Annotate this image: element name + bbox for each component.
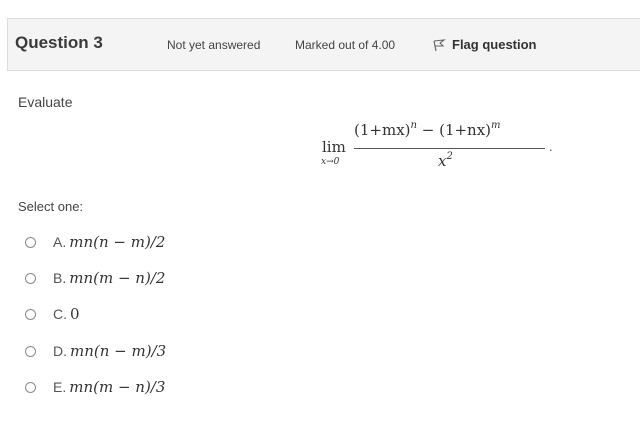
option-letter: A. (53, 234, 67, 250)
radio-button[interactable] (25, 381, 36, 393)
option-text: mn(m − n)/2 (69, 269, 166, 287)
denominator-exponent: 2 (446, 151, 453, 162)
radio-button[interactable] (25, 272, 36, 284)
numerator-term-1: (1+mx) (354, 121, 411, 139)
numerator-exponent-2: m (491, 120, 501, 131)
flag-question-label: Flag question (452, 37, 537, 52)
flag-question-button[interactable]: Flag question (432, 37, 537, 52)
answer-option-e[interactable]: E. mn(m − n)/3 (25, 378, 165, 396)
radio-button[interactable] (25, 308, 36, 320)
answer-option-b[interactable]: B. mn(m − n)/2 (25, 269, 165, 287)
question-info-header: Question 3 Not yet answered Marked out o… (7, 18, 640, 71)
formula-period: . (549, 141, 553, 154)
option-letter: E. (53, 379, 67, 395)
fraction-numerator: (1+mx)n − (1+nx)m (354, 120, 501, 140)
option-letter: D. (53, 343, 67, 359)
fraction-bar (354, 148, 545, 149)
limit-operator: lim (322, 138, 346, 156)
select-one-label: Select one: (18, 199, 84, 214)
answer-option-a[interactable]: A. mn(n − m)/2 (25, 233, 165, 251)
option-text: mn(m − n)/3 (69, 378, 166, 396)
radio-button[interactable] (25, 345, 36, 357)
answer-option-c[interactable]: C. 0 (25, 305, 80, 323)
fraction-denominator: x2 (438, 151, 453, 171)
question-title: Question 3 (15, 33, 103, 52)
numerator-exponent-1: n (410, 120, 417, 131)
option-text: mn(n − m)/2 (69, 233, 166, 251)
option-letter: B. (53, 270, 67, 286)
question-prompt: Evaluate (18, 94, 73, 110)
radio-button[interactable] (25, 236, 36, 248)
question-marks: Marked out of 4.00 (295, 38, 396, 52)
option-letter: C. (53, 306, 67, 322)
answer-option-d[interactable]: D. mn(n − m)/3 (25, 342, 166, 360)
numerator-minus: − (421, 121, 435, 139)
flag-icon (433, 38, 446, 51)
option-text: mn(n − m)/3 (70, 342, 167, 360)
limit-subscript: x→0 (321, 157, 340, 167)
numerator-term-2: (1+nx) (439, 121, 492, 139)
option-text: 0 (70, 305, 80, 323)
question-state: Not yet answered (167, 38, 261, 52)
